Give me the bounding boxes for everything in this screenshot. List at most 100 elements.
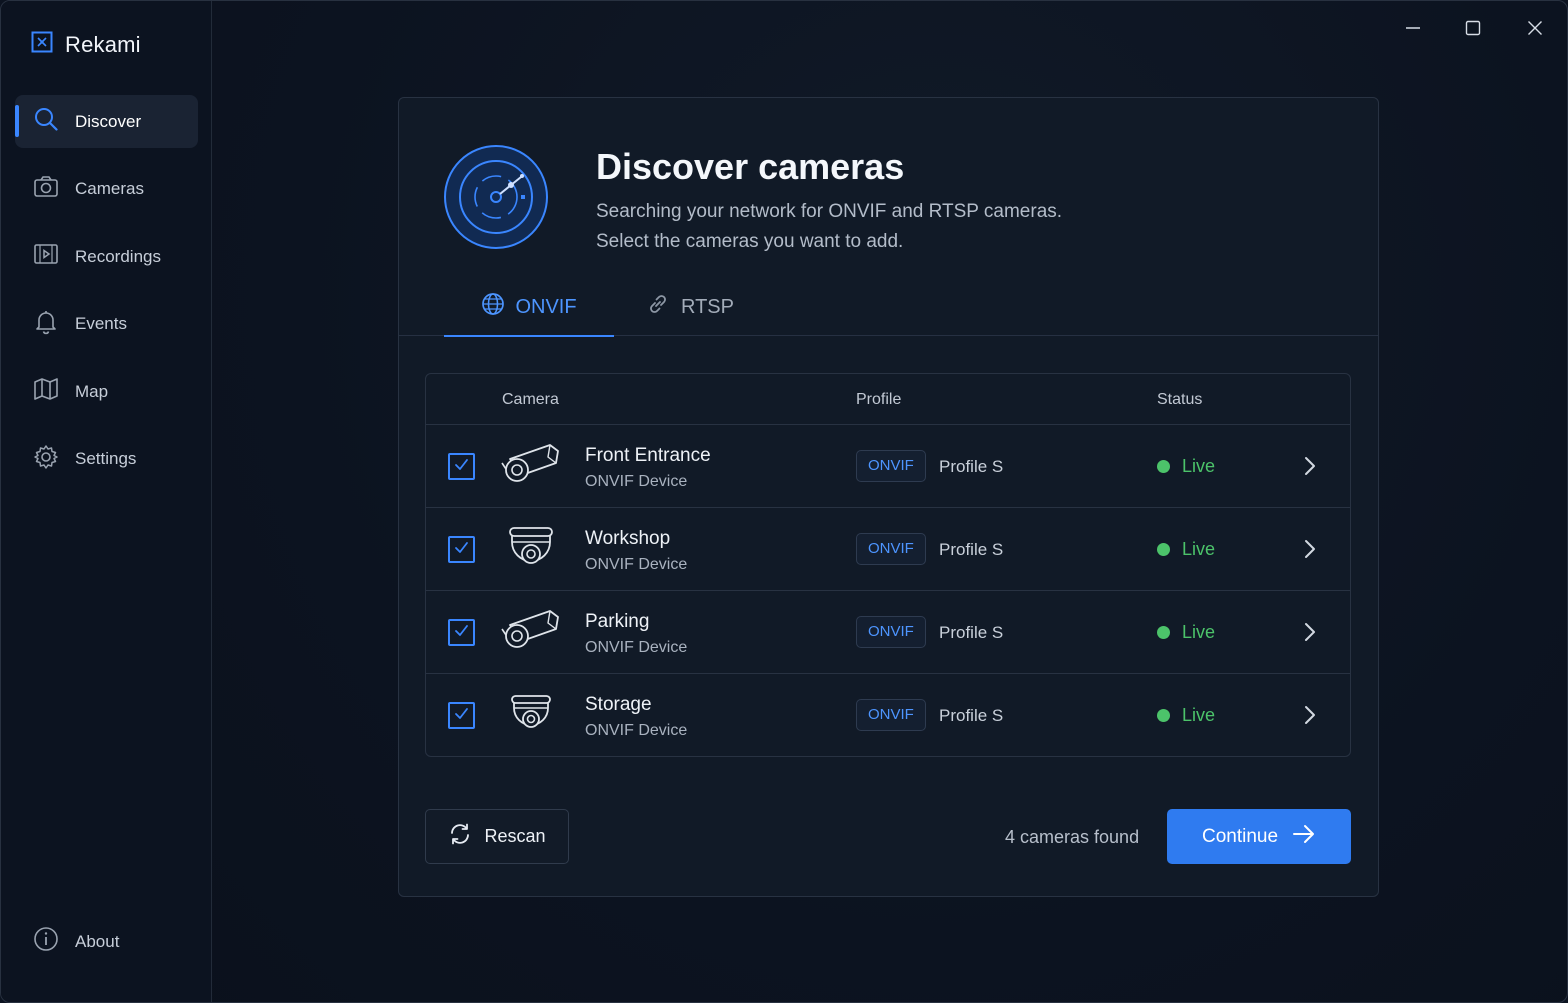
column-header-profile: Profile <box>856 391 902 408</box>
tab-label: RTSP <box>681 295 734 318</box>
status-badge: Live <box>1157 539 1215 560</box>
minimize-icon[interactable] <box>1400 15 1426 41</box>
table-row[interactable]: Workshop ONVIF Device ONVIF Profile S Li… <box>426 508 1350 591</box>
dome-camera-icon <box>500 526 562 577</box>
column-header-camera: Camera <box>502 391 559 408</box>
camera-profile: Profile S <box>939 706 1004 725</box>
cameras-found-count: 4 cameras found <box>1005 827 1140 847</box>
table-row[interactable]: Parking ONVIF Device ONVIF Profile S Liv… <box>426 591 1350 674</box>
subtitle-line-1: Searching your network for ONVIF and RTS… <box>596 201 1063 222</box>
refresh-icon <box>448 822 472 851</box>
sidebar-item-discover[interactable]: Discover <box>15 95 198 148</box>
status-badge: Live <box>1157 622 1215 643</box>
protocol-badge: ONVIF <box>856 450 926 482</box>
chevron-right-icon[interactable] <box>1302 455 1318 482</box>
sidebar-item-label: About <box>75 931 120 951</box>
status-label: Live <box>1182 539 1216 559</box>
camera-icon <box>33 174 59 205</box>
sidebar-item-map[interactable]: Map <box>15 365 198 418</box>
subtitle-line-2: Select the cameras you want to add. <box>596 231 904 252</box>
brand: Rekami <box>31 31 141 58</box>
bullet-camera-icon <box>500 609 562 660</box>
checkmark-icon <box>453 622 470 644</box>
globe-icon <box>481 292 505 322</box>
status-dot <box>1157 460 1170 473</box>
camera-type: ONVIF Device <box>585 556 688 573</box>
map-icon <box>33 376 59 407</box>
protocol-badge: ONVIF <box>856 533 926 565</box>
tab-rtsp[interactable]: RTSP <box>645 278 734 336</box>
camera-profile: Profile S <box>939 457 1004 476</box>
sidebar-item-label: Settings <box>75 449 137 468</box>
discover-card: Discover cameras Searching your network … <box>398 97 1379 897</box>
sidebar-item-label: Events <box>75 314 127 333</box>
status-badge: Live <box>1157 456 1215 477</box>
rescan-button[interactable]: Rescan <box>425 809 569 864</box>
bell-icon <box>33 309 59 340</box>
chevron-right-icon[interactable] <box>1302 621 1318 648</box>
checkmark-icon <box>453 539 470 561</box>
camera-profile: Profile S <box>939 623 1004 642</box>
protocol-badge: ONVIF <box>856 699 926 731</box>
rescan-label: Rescan <box>484 826 546 846</box>
camera-profile: Profile S <box>939 540 1004 559</box>
camera-table: Camera Profile Status Front Entrance ONV… <box>425 373 1351 757</box>
camera-type: ONVIF Device <box>585 639 688 656</box>
status-label: Live <box>1182 456 1216 476</box>
status-label: Live <box>1182 622 1216 642</box>
row-checkbox[interactable] <box>448 702 475 729</box>
camera-name: Front Entrance <box>585 445 711 466</box>
chevron-right-icon[interactable] <box>1302 704 1318 731</box>
video-play-icon <box>33 241 59 272</box>
row-checkbox[interactable] <box>448 453 475 480</box>
app-window: Rekami Discover Cameras Recordings Event… <box>0 0 1568 1003</box>
bullet-camera-icon <box>500 443 562 494</box>
status-badge: Live <box>1157 705 1215 726</box>
checkmark-icon <box>453 456 470 478</box>
search-icon <box>33 106 59 137</box>
page-subtitle: Searching your network for ONVIF and RTS… <box>596 197 1196 257</box>
status-dot <box>1157 543 1170 556</box>
info-icon <box>33 926 59 957</box>
maximize-icon[interactable] <box>1460 15 1486 41</box>
row-checkbox[interactable] <box>448 536 475 563</box>
gear-icon <box>33 444 59 475</box>
close-icon[interactable] <box>1522 15 1548 41</box>
tab-bar: ONVIF RTSP <box>399 278 1378 337</box>
sidebar-item-about[interactable]: About <box>15 915 198 968</box>
table-header: Camera Profile Status <box>426 374 1350 425</box>
sidebar-about: About <box>15 915 198 983</box>
page-title: Discover cameras <box>596 146 905 187</box>
sidebar-item-events[interactable]: Events <box>15 298 198 351</box>
sidebar-item-label: Recordings <box>75 246 161 266</box>
column-header-status: Status <box>1157 391 1203 408</box>
camera-name: Workshop <box>585 528 671 549</box>
chevron-right-icon[interactable] <box>1302 538 1318 565</box>
continue-label: Continue <box>1201 825 1279 847</box>
sidebar-item-label: Cameras <box>75 179 144 198</box>
row-checkbox[interactable] <box>448 619 475 646</box>
tab-onvif[interactable]: ONVIF <box>444 278 614 337</box>
table-row[interactable]: Storage ONVIF Device ONVIF Profile S Liv… <box>426 674 1350 757</box>
camera-type: ONVIF Device <box>585 473 688 490</box>
app-title: Rekami <box>65 31 141 57</box>
camera-type: ONVIF Device <box>585 722 688 739</box>
sidebar-item-recordings[interactable]: Recordings <box>15 230 198 283</box>
sidebar: Rekami Discover Cameras Recordings Event… <box>1 1 212 1002</box>
sidebar-item-settings[interactable]: Settings <box>15 433 198 486</box>
sidebar-nav: Discover Cameras Recordings Events Map S… <box>15 95 198 500</box>
radar-icon <box>443 144 549 255</box>
sidebar-item-label: Discover <box>75 111 142 131</box>
table-row[interactable]: Front Entrance ONVIF Device ONVIF Profil… <box>426 425 1350 508</box>
sidebar-item-label: Map <box>75 381 109 401</box>
status-label: Live <box>1182 705 1216 725</box>
link-icon <box>645 291 671 323</box>
protocol-badge: ONVIF <box>856 616 926 648</box>
tab-label: ONVIF <box>515 295 577 318</box>
continue-button[interactable]: Continue <box>1167 809 1351 864</box>
checkmark-icon <box>453 705 470 727</box>
dome-camera-icon <box>500 692 562 743</box>
arrow-right-icon <box>1292 823 1316 851</box>
sidebar-item-cameras[interactable]: Cameras <box>15 163 198 216</box>
status-dot <box>1157 626 1170 639</box>
